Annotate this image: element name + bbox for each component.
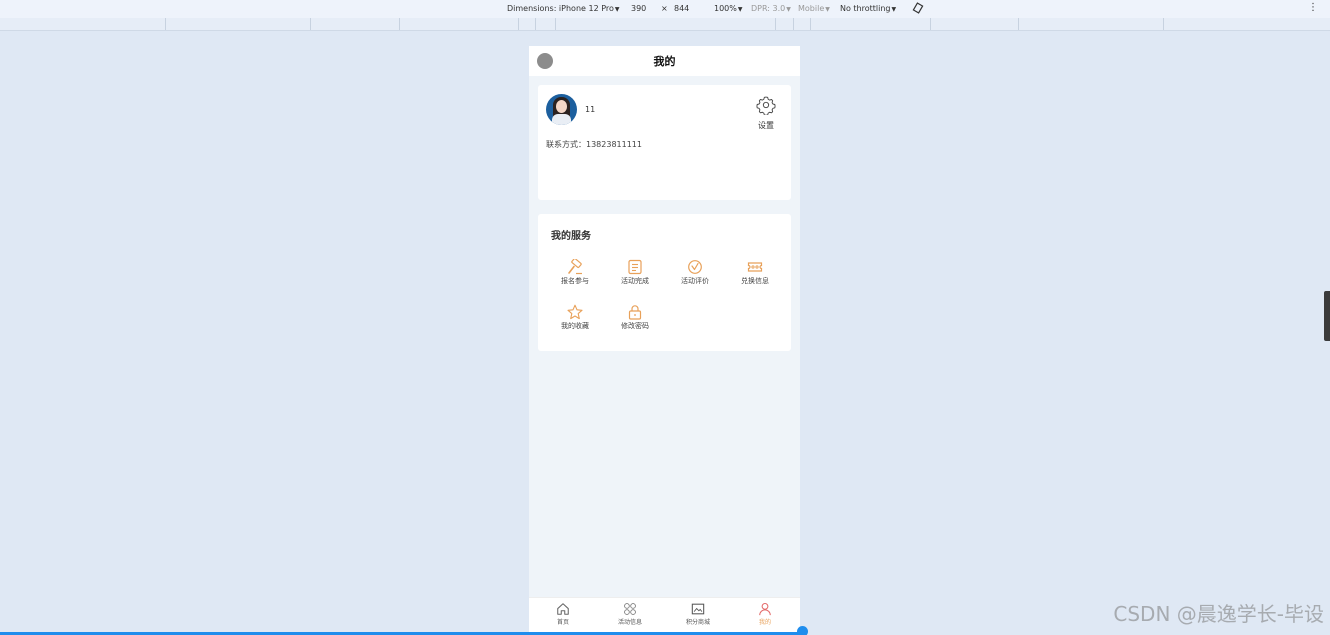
image-frame-icon [691, 603, 705, 615]
service-label: 兑换信息 [741, 277, 769, 285]
service-label: 修改密码 [621, 322, 649, 330]
tab-mine[interactable]: 我的 [745, 602, 785, 626]
star-icon [567, 304, 583, 320]
profile-card: 11 设置 联系方式：13823811111 [538, 85, 791, 200]
device-height-input[interactable]: 844 [674, 4, 689, 13]
service-exchange[interactable]: 兑换信息 [730, 259, 780, 286]
service-favorites[interactable]: 我的收藏 [550, 304, 600, 331]
lock-icon [628, 305, 642, 320]
tab-label: 我的 [758, 619, 771, 626]
more-options-icon[interactable]: ⋮ [1308, 2, 1318, 13]
page-title: 我的 [653, 55, 676, 68]
services-card: 我的服务 报名参与 活动完成 活动评价 兑换信息 我的收藏 修改密码 [538, 214, 791, 351]
throttling-select[interactable]: No throttling▼ [840, 4, 896, 13]
service-label: 活动完成 [621, 277, 649, 285]
service-completed[interactable]: 活动完成 [610, 259, 660, 286]
grid-circles-icon [624, 603, 636, 615]
progress-indicator-dot [797, 626, 808, 635]
hammer-icon [568, 259, 582, 275]
tab-activity-info[interactable]: 活动信息 [610, 602, 650, 626]
home-icon [557, 603, 569, 615]
username: 11 [585, 105, 596, 114]
navbar: 我的 [529, 46, 800, 76]
service-label: 报名参与 [561, 277, 589, 285]
devtools-device-toolbar: Dimensions: iPhone 12 Pro▼ 390 × 844 100… [0, 0, 1330, 18]
device-dimensions-select[interactable]: Dimensions: iPhone 12 Pro▼ [507, 4, 620, 13]
tab-home[interactable]: 首页 [543, 602, 583, 626]
contact-info: 联系方式：13823811111 [546, 140, 642, 149]
back-button[interactable] [537, 53, 553, 69]
zoom-select[interactable]: 100%▼ [714, 4, 743, 13]
tab-points-mall[interactable]: 积分商城 [678, 602, 718, 626]
tab-label: 首页 [556, 619, 569, 626]
settings-button[interactable]: 设置 [755, 95, 777, 131]
avatar[interactable] [546, 94, 577, 125]
rotate-icon[interactable] [912, 2, 924, 16]
user-icon [759, 602, 771, 616]
settings-label: 设置 [758, 121, 774, 130]
tab-label: 积分商城 [685, 619, 710, 626]
dpr-select[interactable]: DPR: 3.0▼ [751, 4, 791, 13]
ticket-icon [747, 262, 763, 272]
services-heading: 我的服务 [551, 231, 591, 242]
media-query-ruler [0, 18, 1330, 31]
tab-label: 活动信息 [617, 619, 642, 626]
calendar-list-icon [628, 259, 642, 275]
dimension-separator: × [661, 4, 668, 13]
devtools-resize-handle[interactable] [1324, 291, 1330, 341]
service-change-password[interactable]: 修改密码 [610, 304, 660, 331]
service-signup[interactable]: 报名参与 [550, 259, 600, 286]
service-label: 我的收藏 [561, 322, 589, 330]
service-label: 活动评价 [681, 277, 709, 285]
watermark: CSDN @晨逸学长-毕设 [1113, 602, 1324, 626]
service-review[interactable]: 活动评价 [670, 259, 720, 286]
tab-bar: 首页 活动信息 积分商城 我的 [529, 597, 800, 635]
phone-viewport: 我的 11 设置 联系方式：13823811111 我的服务 报名参与 活动完成… [529, 46, 800, 635]
gear-icon [756, 96, 776, 116]
mobile-select[interactable]: Mobile▼ [798, 4, 830, 13]
device-width-input[interactable]: 390 [631, 4, 646, 13]
check-circle-icon [688, 260, 702, 274]
